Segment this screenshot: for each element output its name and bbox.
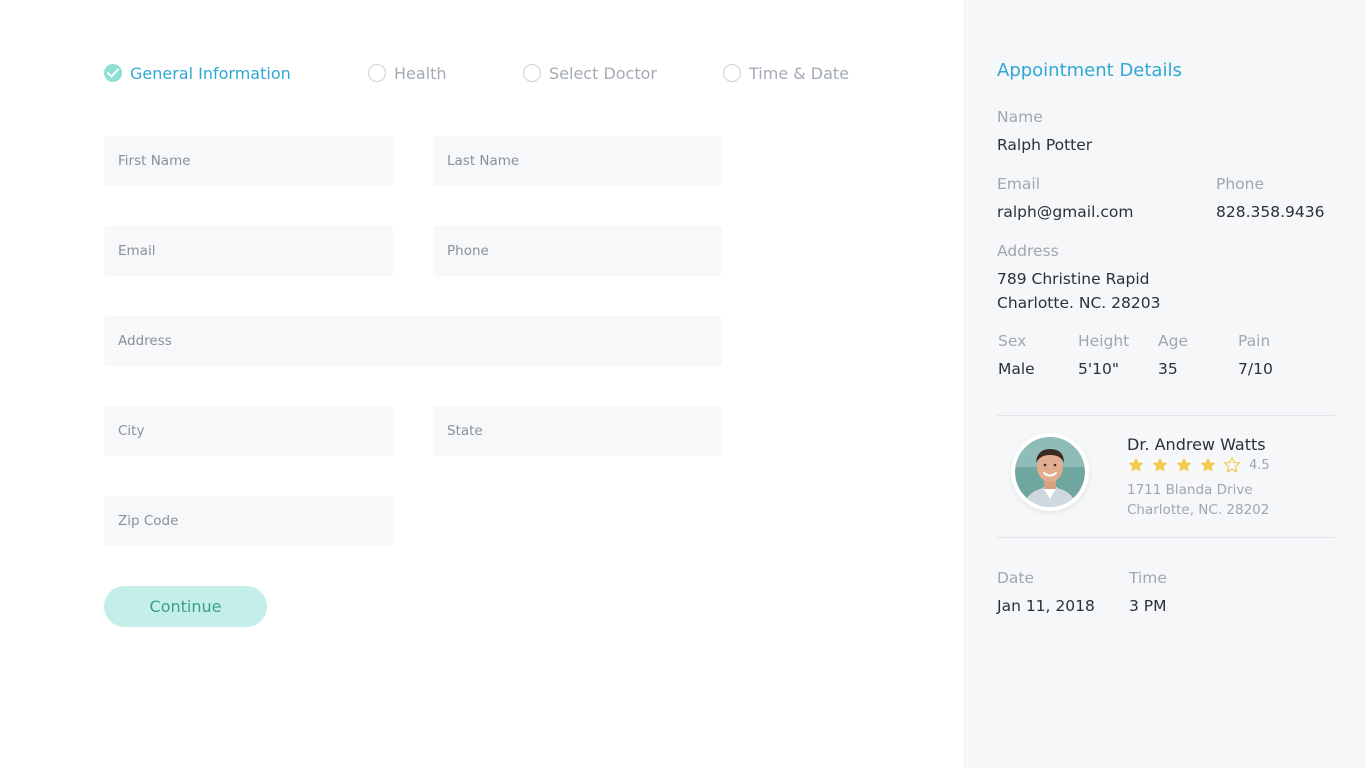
phone-input[interactable] [433, 226, 722, 276]
age-value: 35 [1158, 360, 1178, 378]
sex-label: Sex [998, 332, 1027, 350]
date-label: Date [997, 569, 1035, 587]
rating-value: 4.5 [1249, 457, 1270, 473]
star-icon [1200, 457, 1216, 472]
state-input[interactable] [433, 406, 722, 456]
doctor-avatar-icon [1015, 437, 1085, 507]
form-area: General Information Health Select Doctor… [0, 0, 964, 768]
doctor-rating: 4.5 [1127, 456, 1270, 474]
star-icon [1152, 457, 1168, 472]
zip-code-input[interactable] [104, 496, 393, 546]
star-icon [1176, 457, 1192, 472]
star-icon [1128, 457, 1144, 472]
phone-value: 828.358.9436 [1216, 203, 1325, 221]
step-select-doctor[interactable]: Select Doctor [523, 62, 657, 84]
height-label: Height [1078, 332, 1130, 350]
radio-circle-icon [368, 64, 386, 82]
step-health[interactable]: Health [368, 62, 447, 84]
step-label: Time & Date [749, 63, 850, 83]
appointment-page: General Information Health Select Doctor… [0, 0, 1366, 768]
address-line-1: 789 Christine Rapid [997, 270, 1150, 288]
address-line-2: Charlotte. NC. 28203 [997, 294, 1161, 312]
sex-value: Male [998, 360, 1035, 378]
address-input[interactable] [104, 316, 722, 366]
first-name-input[interactable] [104, 136, 393, 186]
divider [997, 415, 1335, 416]
time-label: Time [1129, 569, 1167, 587]
email-input[interactable] [104, 226, 393, 276]
height-value: 5'10" [1078, 360, 1119, 378]
name-value: Ralph Potter [997, 136, 1093, 154]
name-label: Name [997, 108, 1043, 126]
step-general-information[interactable]: General Information [104, 62, 291, 84]
panel-title: Appointment Details [997, 60, 1182, 81]
check-icon [104, 64, 122, 82]
city-input[interactable] [104, 406, 393, 456]
address-label: Address [997, 242, 1059, 260]
step-label: Select Doctor [549, 63, 657, 83]
phone-label: Phone [1216, 175, 1265, 193]
email-value: ralph@gmail.com [997, 203, 1134, 221]
step-label: Health [394, 63, 447, 83]
radio-circle-icon [723, 64, 741, 82]
appointment-details-panel: Appointment Details Name Ralph Potter Em… [964, 0, 1366, 768]
continue-button[interactable]: Continue [104, 586, 267, 627]
doctor-address-line-1: 1711 Blanda Drive [1127, 482, 1253, 498]
step-time-date[interactable]: Time & Date [723, 62, 849, 84]
divider [997, 537, 1335, 538]
step-indicator: General Information Health Select Doctor… [104, 62, 864, 84]
last-name-input[interactable] [433, 136, 722, 186]
doctor-avatar [1011, 433, 1089, 511]
doctor-address-line-2: Charlotte, NC. 28202 [1127, 502, 1270, 518]
pain-label: Pain [1238, 332, 1271, 350]
time-value: 3 PM [1129, 597, 1167, 615]
email-label: Email [997, 175, 1041, 193]
star-outline-icon [1223, 456, 1241, 473]
radio-circle-icon [523, 64, 541, 82]
age-label: Age [1158, 332, 1188, 350]
pain-value: 7/10 [1238, 360, 1273, 378]
step-label: General Information [130, 63, 291, 83]
date-value: Jan 11, 2018 [997, 597, 1095, 615]
doctor-name: Dr. Andrew Watts [1127, 435, 1266, 454]
